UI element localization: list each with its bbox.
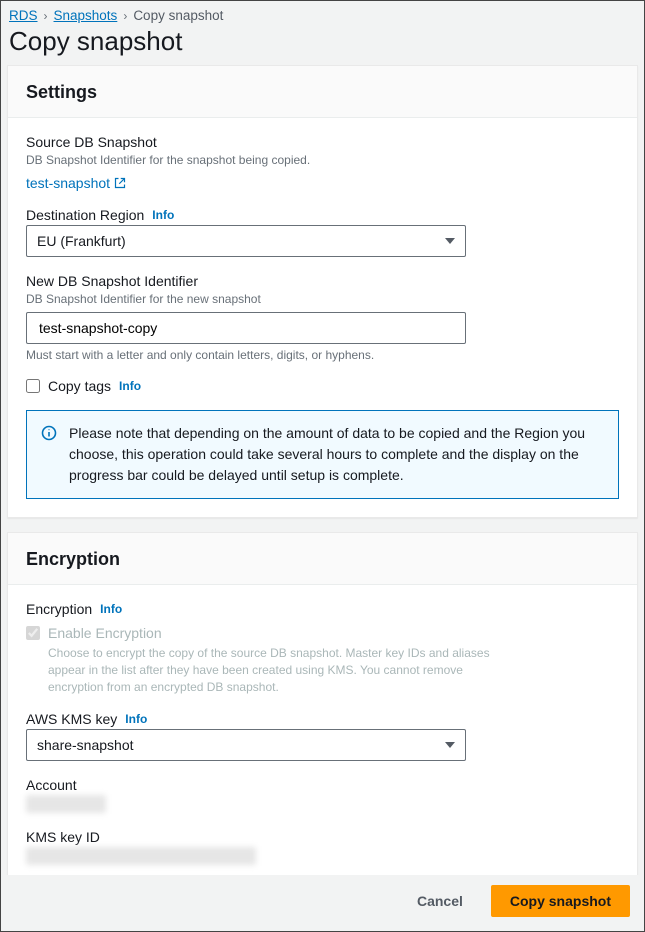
kms-key-value: share-snapshot xyxy=(37,737,134,753)
copy-snapshot-button[interactable]: Copy snapshot xyxy=(491,885,630,917)
destination-region-info-link[interactable]: Info xyxy=(152,208,174,222)
snapshot-identifier-field: New DB Snapshot Identifier DB Snapshot I… xyxy=(26,273,619,362)
kms-key-info-link[interactable]: Info xyxy=(125,712,147,726)
copy-tags-label: Copy tags xyxy=(48,378,111,394)
destination-region-label: Destination Region xyxy=(26,207,144,223)
copy-notice-text: Please note that depending on the amount… xyxy=(69,423,604,486)
chevron-down-icon xyxy=(445,742,455,748)
page-title: Copy snapshot xyxy=(9,26,644,57)
breadcrumb: RDS › Snapshots › Copy snapshot xyxy=(1,1,644,26)
copy-notice-box: Please note that depending on the amount… xyxy=(26,410,619,499)
settings-header: Settings xyxy=(8,66,637,118)
snapshot-identifier-input[interactable] xyxy=(37,313,455,343)
encryption-panel: Encryption Encryption Info Enable Encryp… xyxy=(7,532,638,875)
breadcrumb-root-link[interactable]: RDS xyxy=(9,8,38,23)
source-snapshot-label: Source DB Snapshot xyxy=(26,134,619,150)
source-snapshot-desc: DB Snapshot Identifier for the snapshot … xyxy=(26,152,619,169)
info-icon xyxy=(41,425,57,441)
account-label: Account xyxy=(26,777,619,793)
kms-key-field: AWS KMS key Info share-snapshot xyxy=(26,711,619,761)
destination-region-field: Destination Region Info EU (Frankfurt) xyxy=(26,207,619,257)
account-field: Account 000000000000 xyxy=(26,777,619,813)
chevron-right-icon: › xyxy=(123,9,127,23)
settings-panel: Settings Source DB Snapshot DB Snapshot … xyxy=(7,65,638,518)
chevron-down-icon xyxy=(445,238,455,244)
snapshot-identifier-label: New DB Snapshot Identifier xyxy=(26,273,619,289)
breadcrumb-current: Copy snapshot xyxy=(133,8,223,23)
kms-id-value-redacted: abcdef00-0000-0000-0000-000000000000 xyxy=(26,847,256,865)
kms-key-label: AWS KMS key xyxy=(26,711,117,727)
destination-region-value: EU (Frankfurt) xyxy=(37,233,126,249)
chevron-right-icon: › xyxy=(44,9,48,23)
enable-encryption-desc: Choose to encrypt the copy of the source… xyxy=(48,645,508,697)
breadcrumb-snapshots-link[interactable]: Snapshots xyxy=(54,8,118,23)
account-value-redacted: 000000000000 xyxy=(26,795,106,813)
snapshot-identifier-hint: Must start with a letter and only contai… xyxy=(26,348,619,362)
encryption-label: Encryption xyxy=(26,601,92,617)
kms-key-select[interactable]: share-snapshot xyxy=(26,729,466,761)
enable-encryption-label: Enable Encryption xyxy=(48,625,162,641)
enable-encryption-checkbox xyxy=(26,626,40,640)
source-snapshot-field: Source DB Snapshot DB Snapshot Identifie… xyxy=(26,134,619,191)
copy-tags-info-link[interactable]: Info xyxy=(119,379,141,393)
snapshot-identifier-desc: DB Snapshot Identifier for the new snaps… xyxy=(26,291,619,308)
footer: Cancel Copy snapshot xyxy=(1,875,644,931)
cancel-button[interactable]: Cancel xyxy=(399,885,481,917)
source-snapshot-link-text: test-snapshot xyxy=(26,175,110,191)
copy-tags-row: Copy tags Info xyxy=(26,378,619,394)
destination-region-select[interactable]: EU (Frankfurt) xyxy=(26,225,466,257)
external-link-icon xyxy=(114,177,126,189)
encryption-field: Encryption Info xyxy=(26,601,619,617)
source-snapshot-link[interactable]: test-snapshot xyxy=(26,175,126,191)
kms-id-label: KMS key ID xyxy=(26,829,619,845)
copy-tags-checkbox[interactable] xyxy=(26,379,40,393)
kms-id-field: KMS key ID abcdef00-0000-0000-0000-00000… xyxy=(26,829,619,875)
encryption-info-link[interactable]: Info xyxy=(100,602,122,616)
encryption-header: Encryption xyxy=(8,533,637,585)
enable-encryption-row: Enable Encryption xyxy=(26,625,619,641)
